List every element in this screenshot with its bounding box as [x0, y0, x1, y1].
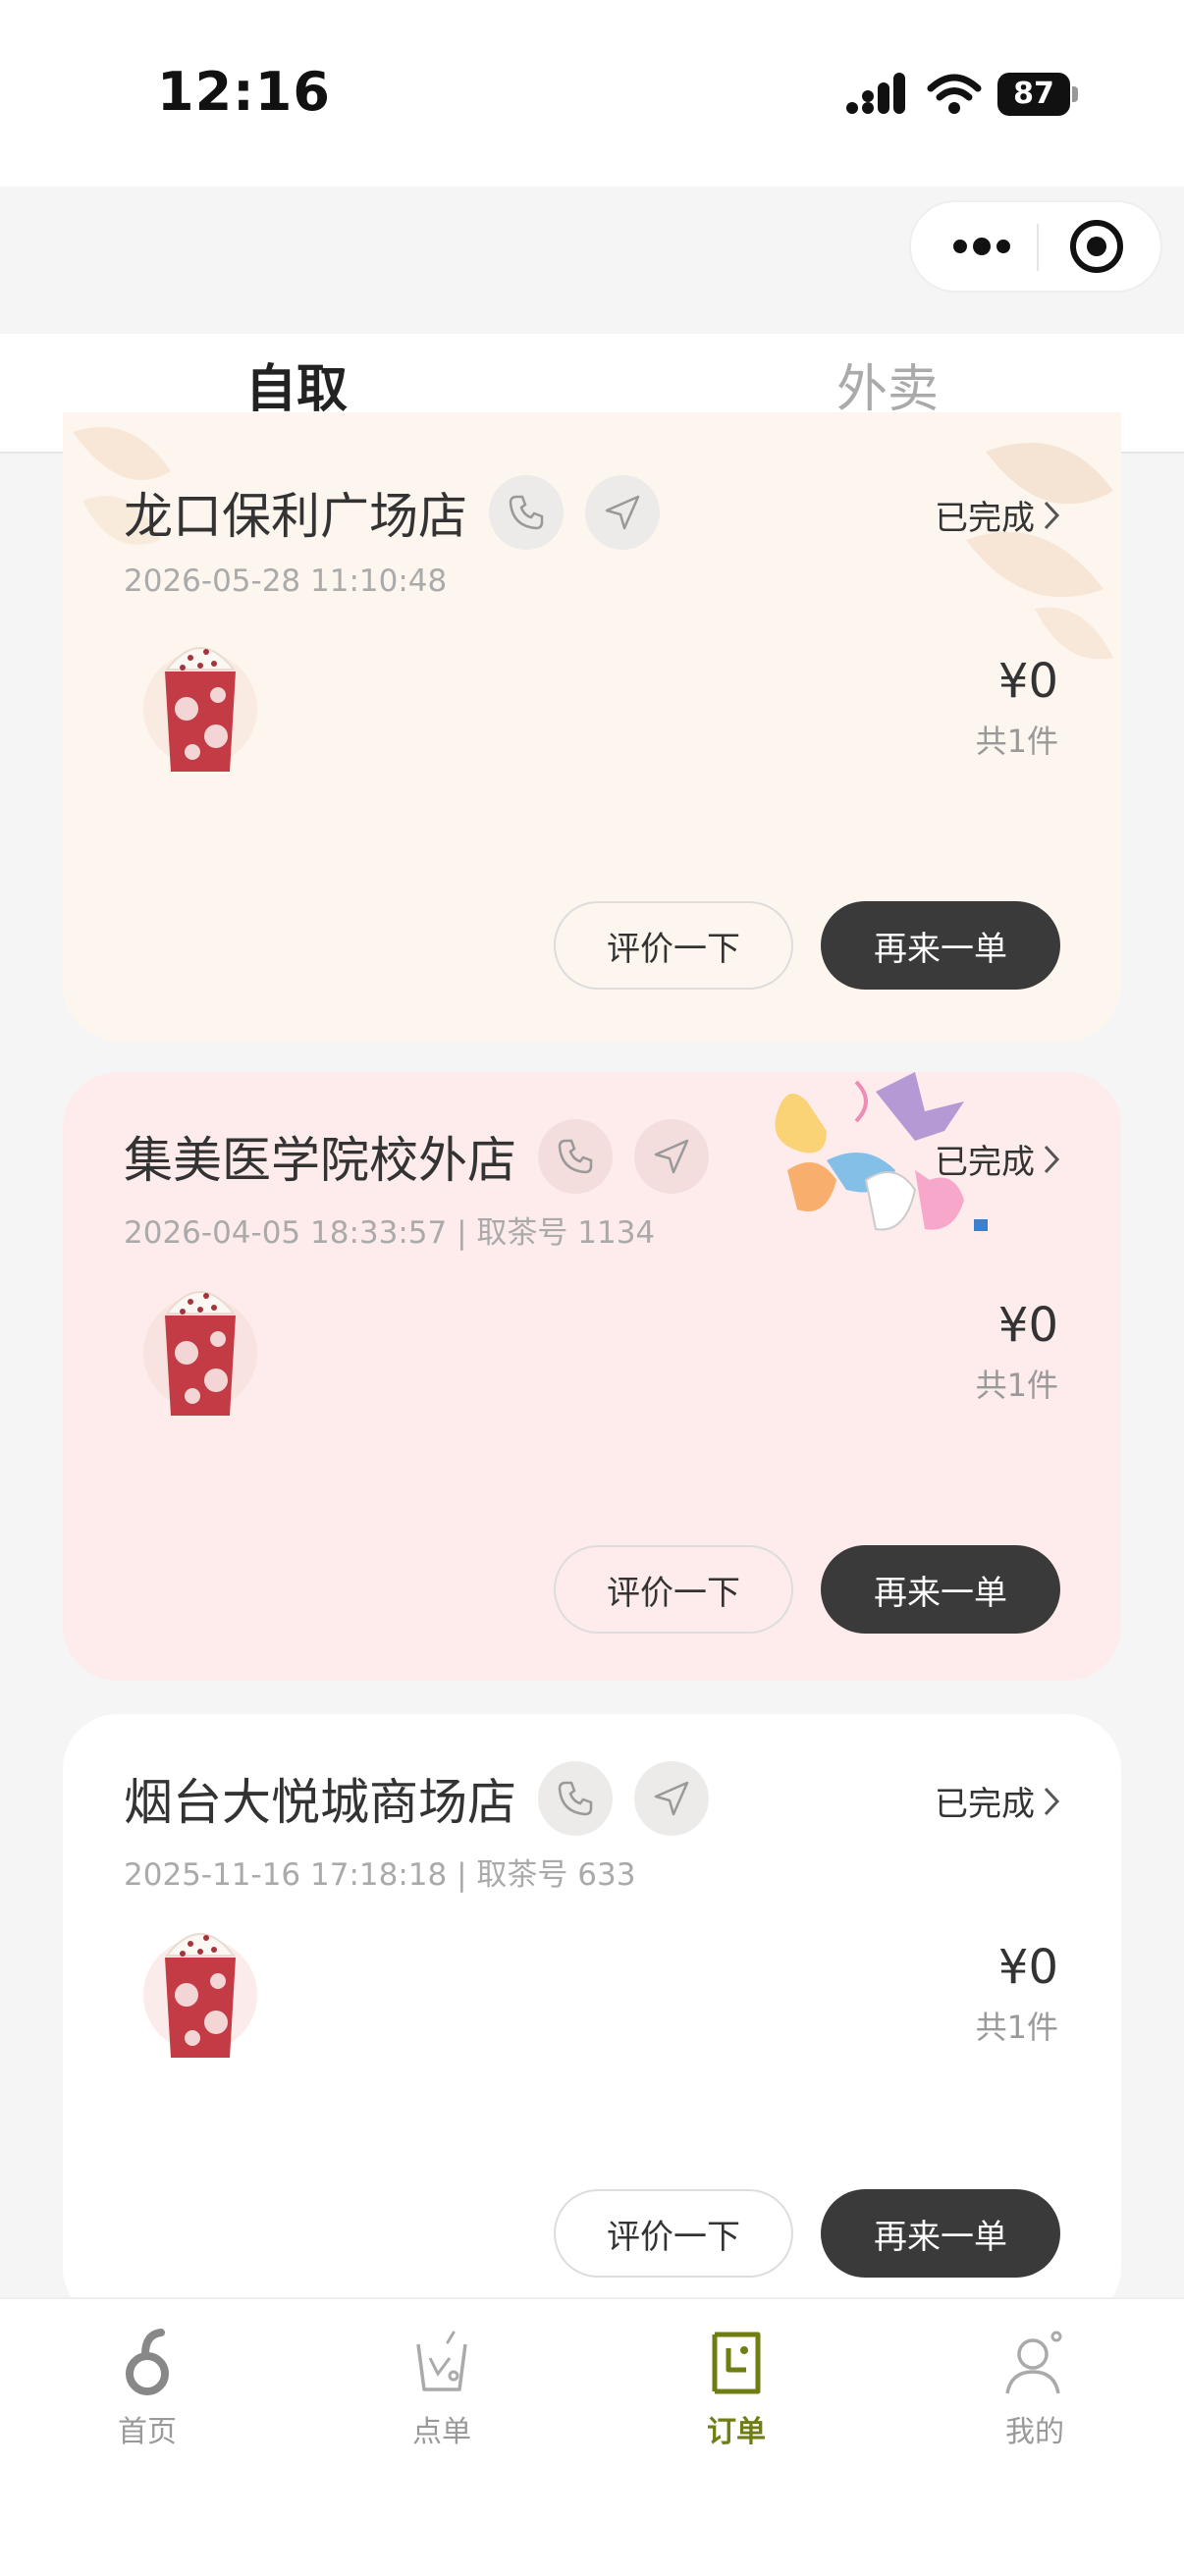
nav-item-profile[interactable]: 我的 [956, 2329, 1113, 2450]
leaf-decoration [966, 443, 1113, 660]
navigation-arrow-icon [654, 1139, 689, 1174]
store-name: 集美医学院校外店 [124, 1132, 516, 1189]
order-status-label: 已完成 [935, 1143, 1035, 1182]
phone-button[interactable] [489, 475, 564, 550]
order-status[interactable]: 已完成 [935, 491, 1060, 539]
order-price: ¥0 [997, 654, 1058, 709]
order-meta: 2025-11-16 17:18:18 | 取茶号 633 [124, 1857, 636, 1893]
phone-button[interactable] [538, 1119, 613, 1194]
order-card[interactable]: 烟台大悦城商场店 已完成 2025-11-16 17:18:18 | 取茶号 6… [63, 1714, 1121, 2323]
nav-label: 订单 [707, 2415, 766, 2449]
battery-level: 87 [997, 73, 1070, 116]
order-item-count: 共1件 [975, 1367, 1058, 1404]
review-button[interactable]: 评价一下 [554, 2189, 793, 2278]
product-drink-image [143, 647, 257, 772]
order-status[interactable]: 已完成 [935, 1135, 1060, 1183]
more-icon[interactable] [946, 202, 1017, 291]
nav-item-home[interactable]: 首页 [69, 2329, 226, 2450]
status-bar: 12:16 87 [0, 0, 1184, 187]
product-drink-image [143, 1291, 257, 1416]
order-item-count: 共1件 [975, 723, 1058, 760]
order-status-label: 已完成 [935, 499, 1035, 538]
store-name: 烟台大悦城商场店 [124, 1774, 516, 1831]
navigation-arrow-icon [654, 1781, 689, 1816]
chevron-right-icon [1044, 501, 1060, 529]
phone-icon [509, 495, 544, 530]
home-icon [126, 2329, 169, 2395]
navigate-button[interactable] [634, 1119, 709, 1194]
nav-item-orders[interactable]: 订单 [658, 2329, 815, 2450]
tab-delivery[interactable]: 外卖 [836, 348, 939, 421]
nav-label: 首页 [118, 2415, 177, 2449]
review-button[interactable]: 评价一下 [554, 1545, 793, 1634]
navigate-button[interactable] [634, 1761, 709, 1836]
review-button[interactable]: 评价一下 [554, 901, 793, 990]
wifi-icon [927, 74, 982, 114]
product-drink-image [143, 1933, 257, 2058]
phone-icon [558, 1781, 593, 1816]
tab-pickup[interactable]: 自取 [245, 348, 348, 421]
capsule-menu [909, 200, 1162, 293]
battery-icon: 87 [997, 73, 1080, 116]
reorder-button[interactable]: 再来一单 [821, 901, 1060, 990]
order-price: ¥0 [997, 1940, 1058, 1995]
phone-icon [558, 1139, 593, 1174]
nav-label: 点单 [412, 2415, 471, 2449]
order-status-label: 已完成 [935, 1785, 1035, 1824]
order-status[interactable]: 已完成 [935, 1777, 1060, 1825]
order-card[interactable]: 龙口保利广场店 已完成 2026-05-28 11:10:48 ¥0 共1件 评… [63, 412, 1121, 1041]
order-card[interactable]: 集美医学院校外店 已完成 2026-04-05 18:33:57 | 取茶号 1… [63, 1072, 1121, 1681]
nav-label: 我的 [1005, 2415, 1064, 2449]
status-time: 12:16 [157, 61, 331, 123]
reorder-button[interactable]: 再来一单 [821, 2189, 1060, 2278]
order-meta: 2026-05-28 11:10:48 [124, 564, 448, 599]
order-meta: 2026-04-05 18:33:57 | 取茶号 1134 [124, 1215, 656, 1251]
order-cup-icon [416, 2331, 467, 2391]
nav-item-order[interactable]: 点单 [363, 2329, 520, 2450]
bottom-nav: 首页 点单 订单 我的 [0, 2297, 1184, 2576]
close-miniprogram-icon[interactable] [1068, 218, 1125, 275]
store-name: 龙口保利广场店 [124, 488, 467, 545]
navigate-button[interactable] [585, 475, 660, 550]
navigation-arrow-icon [605, 495, 640, 530]
signal-icon [846, 73, 905, 114]
chevron-right-icon [1044, 1145, 1060, 1173]
reorder-button[interactable]: 再来一单 [821, 1545, 1060, 1634]
profile-icon [1005, 2331, 1062, 2394]
order-item-count: 共1件 [975, 2009, 1058, 2046]
phone-button[interactable] [538, 1761, 613, 1836]
chevron-right-icon [1044, 1787, 1060, 1815]
order-price: ¥0 [997, 1298, 1058, 1353]
orders-icon [712, 2332, 761, 2394]
